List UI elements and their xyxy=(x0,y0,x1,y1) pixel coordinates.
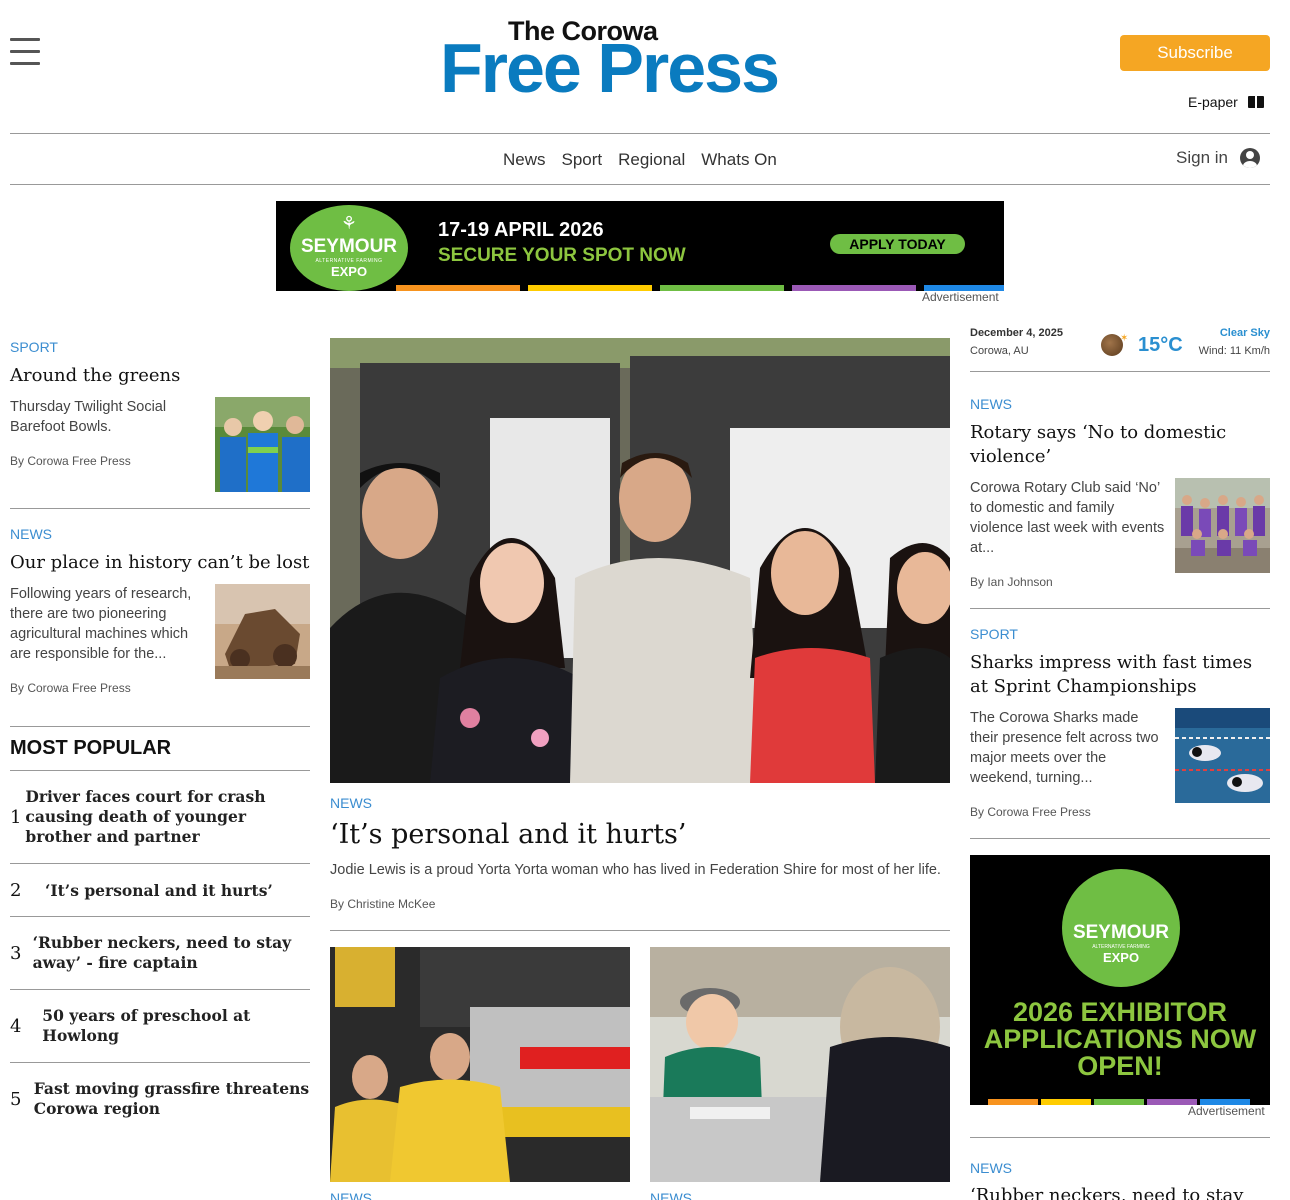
main-article-excerpt: Jodie Lewis is a proud Yorta Yorta woman… xyxy=(330,862,941,878)
article-headline[interactable]: Around the greens xyxy=(10,364,310,388)
rank-number: 4 xyxy=(10,1015,22,1037)
sub-article-category[interactable]: NEWS xyxy=(650,1190,692,1200)
divider xyxy=(10,770,310,771)
main-article-category[interactable]: NEWS xyxy=(330,795,372,811)
sign-in-link[interactable]: Sign in xyxy=(1176,148,1260,168)
article-thumbnail[interactable] xyxy=(215,584,310,679)
divider xyxy=(330,930,950,931)
article-headline[interactable]: Our place in history can’t be lost xyxy=(10,551,310,575)
article-headline[interactable]: Sharks impress with fast times at Sprint… xyxy=(970,651,1270,699)
rank-number: 3 xyxy=(10,942,22,964)
article-excerpt: The Corowa Sharks made their presence fe… xyxy=(970,710,1159,786)
most-popular-item[interactable]: 3 ‘Rubber neckers, need to stay away’ - … xyxy=(10,933,310,973)
advertisement-label: Advertisement xyxy=(922,290,999,304)
most-popular-title[interactable]: Fast moving grassfire threatens Corowa r… xyxy=(34,1079,310,1119)
most-popular-title: MOST POPULAR xyxy=(10,737,172,759)
main-nav: News Sport Regional Whats On Sign in xyxy=(10,133,1270,185)
most-popular-title[interactable]: Driver faces court for crash causing dea… xyxy=(25,787,310,847)
article-thumbnail[interactable] xyxy=(215,397,310,492)
main-article-byline: By Christine McKee xyxy=(330,897,436,911)
epaper-link[interactable]: E-paper xyxy=(1188,94,1264,110)
most-popular-title[interactable]: 50 years of preschool at Howlong xyxy=(42,1006,310,1046)
article-category[interactable]: NEWS xyxy=(10,526,52,542)
most-popular-item[interactable]: 2 ‘It’s personal and it hurts’ xyxy=(10,880,310,901)
weather-location: Corowa, AU xyxy=(970,345,1029,357)
divider xyxy=(10,1062,310,1063)
article-excerpt: Corowa Rotary Club said ‘No’ to domestic… xyxy=(970,480,1165,556)
divider xyxy=(10,989,310,990)
article-category[interactable]: NEWS xyxy=(970,1160,1012,1176)
article-byline: By Corowa Free Press xyxy=(970,805,1091,819)
sub-story-image[interactable] xyxy=(330,947,630,1182)
most-popular-item[interactable]: 1 Driver faces court for crash causing d… xyxy=(10,787,310,847)
seymour-logo: SEYMOUR ALTERNATIVE FARMING EXPO xyxy=(1062,869,1180,987)
weather-condition: Clear Sky xyxy=(1219,327,1270,339)
sun-icon: ✶ xyxy=(1120,333,1129,344)
rank-number: 2 xyxy=(10,880,22,901)
main-story-image[interactable] xyxy=(330,338,950,783)
article-byline: By Ian Johnson xyxy=(970,575,1053,589)
article-headline[interactable]: Rotary says ‘No to domestic violence’ xyxy=(970,421,1270,469)
divider xyxy=(970,838,1270,839)
divider xyxy=(970,371,1270,372)
user-icon xyxy=(1240,148,1260,168)
nav-item-news[interactable]: News xyxy=(503,150,546,170)
nav-item-sport[interactable]: Sport xyxy=(562,150,603,170)
divider xyxy=(10,726,310,727)
article-thumbnail[interactable] xyxy=(1175,478,1270,573)
book-icon xyxy=(1247,96,1264,108)
article-headline[interactable]: ‘Rubber neckers, need to stay xyxy=(970,1184,1270,1200)
apply-today-button[interactable]: APPLY TODAY xyxy=(830,234,965,254)
seymour-logo: ⚘ SEYMOUR ALTERNATIVE FARMING EXPO xyxy=(290,205,408,291)
article-thumbnail[interactable] xyxy=(1175,708,1270,803)
site-logo[interactable]: The Corowa Free Press xyxy=(440,16,840,106)
most-popular-item[interactable]: 5 Fast moving grassfire threatens Corowa… xyxy=(10,1079,310,1119)
menu-icon[interactable] xyxy=(10,38,40,66)
article-category[interactable]: SPORT xyxy=(10,339,58,355)
weather-temp: 15°C xyxy=(1138,334,1183,356)
rank-number: 5 xyxy=(10,1088,22,1110)
article-byline: By Corowa Free Press xyxy=(10,454,131,468)
most-popular-item[interactable]: 4 50 years of preschool at Howlong xyxy=(10,1006,310,1046)
weather-wind: Wind: 11 Km/h xyxy=(1198,345,1270,357)
divider xyxy=(10,916,310,917)
weather-widget: December 4, 2025 Corowa, AU ✶ 15°C Clear… xyxy=(970,327,1270,372)
divider xyxy=(10,508,310,509)
sub-story-image[interactable] xyxy=(650,947,950,1182)
nav-item-regional[interactable]: Regional xyxy=(618,150,685,170)
divider xyxy=(970,608,1270,609)
advertisement-label: Advertisement xyxy=(1188,1104,1265,1118)
article-excerpt: Following years of research, there are t… xyxy=(10,586,192,662)
most-popular-title[interactable]: ‘Rubber neckers, need to stay away’ - fi… xyxy=(33,933,310,973)
divider xyxy=(970,1137,1270,1138)
main-article-headline[interactable]: ‘It’s personal and it hurts’ xyxy=(330,818,687,852)
nav-item-whats-on[interactable]: Whats On xyxy=(701,150,777,170)
article-byline: By Corowa Free Press xyxy=(10,681,131,695)
sub-article-category[interactable]: NEWS xyxy=(330,1190,372,1200)
subscribe-button[interactable]: Subscribe xyxy=(1120,35,1270,71)
banner-stripes xyxy=(396,285,1004,291)
most-popular-title[interactable]: ‘It’s personal and it hurts’ xyxy=(45,881,273,901)
side-ad-text: 2026 EXHIBITOR APPLICATIONS NOW OPEN! xyxy=(983,997,1257,1081)
rank-number: 1 xyxy=(10,806,22,828)
divider xyxy=(10,863,310,864)
weather-date: December 4, 2025 xyxy=(970,327,1063,339)
side-ad[interactable]: SEYMOUR ALTERNATIVE FARMING EXPO 2026 EX… xyxy=(970,855,1270,1105)
epaper-label: E-paper xyxy=(1188,94,1238,110)
sign-in-label: Sign in xyxy=(1176,148,1228,167)
article-category[interactable]: NEWS xyxy=(970,396,1012,412)
banner-date: 17-19 APRIL 2026 xyxy=(438,219,604,241)
logo-main-text: Free Press xyxy=(440,29,780,107)
banner-cta: SECURE YOUR SPOT NOW xyxy=(438,245,686,266)
article-category[interactable]: SPORT xyxy=(970,626,1018,642)
wind-turbine-icon: ⚘ xyxy=(340,213,358,233)
banner-ad[interactable]: ⚘ SEYMOUR ALTERNATIVE FARMING EXPO 17-19… xyxy=(276,201,1004,291)
article-excerpt: Thursday Twilight Social Barefoot Bowls. xyxy=(10,399,167,435)
